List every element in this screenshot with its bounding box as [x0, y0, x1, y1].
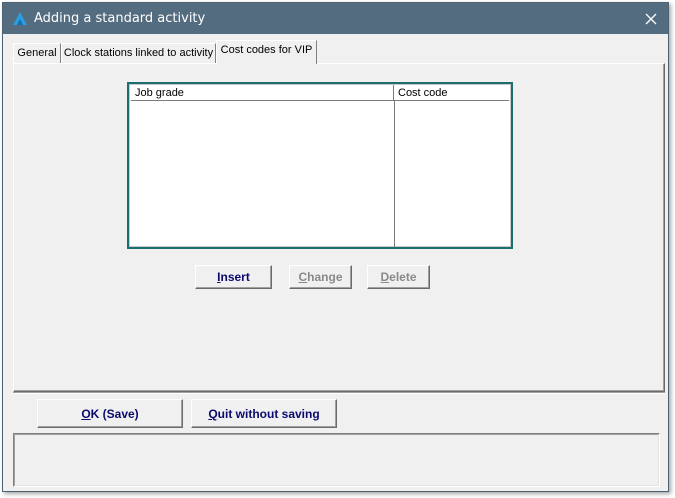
change-button-accel: C — [298, 270, 308, 284]
tab-clock-stations[interactable]: Clock stations linked to activity — [61, 43, 216, 64]
column-header-cost-code[interactable]: Cost code — [394, 85, 509, 100]
delete-button-accel: D — [380, 270, 390, 284]
tab-cost-codes-vip-label: Cost codes for VIP — [220, 44, 313, 56]
separator — [13, 392, 665, 394]
insert-button-label: nsert — [220, 270, 250, 284]
status-panel — [13, 433, 660, 487]
change-button-label: hange — [307, 270, 343, 284]
cost-codes-grid[interactable]: Job grade Cost code — [127, 82, 513, 249]
dialog-window: Adding a standard activity General Clock… — [2, 2, 669, 492]
ok-button-label: K (Save) — [90, 407, 139, 421]
close-icon — [645, 13, 657, 24]
column-divider — [394, 101, 395, 247]
app-logo-icon — [13, 12, 27, 25]
grid-header: Job grade Cost code — [131, 85, 509, 101]
title-bar[interactable]: Adding a standard activity — [3, 3, 668, 34]
column-header-job-grade[interactable]: Job grade — [131, 85, 394, 100]
tab-general[interactable]: General — [13, 43, 61, 64]
insert-button[interactable]: Insert — [195, 265, 272, 289]
quit-button-accel: Q — [208, 407, 218, 421]
window-title: Adding a standard activity — [34, 11, 206, 26]
close-button[interactable] — [634, 3, 668, 34]
quit-without-saving-button[interactable]: Quit without saving — [191, 399, 337, 428]
delete-button[interactable]: Delete — [367, 265, 430, 289]
delete-button-label: elete — [389, 270, 417, 284]
status-text — [14, 434, 659, 486]
tab-cost-codes-vip[interactable]: Cost codes for VIP — [216, 40, 317, 64]
tab-general-label: General — [17, 47, 57, 59]
change-button[interactable]: Change — [289, 265, 352, 289]
ok-save-button[interactable]: OK (Save) — [37, 399, 183, 428]
ok-button-accel: O — [81, 407, 91, 421]
quit-button-label: uit without saving — [217, 407, 320, 421]
tab-clock-stations-label: Clock stations linked to activity — [63, 47, 214, 59]
tab-panel-cost-codes: Job grade Cost code Insert Change Delete — [13, 63, 665, 392]
